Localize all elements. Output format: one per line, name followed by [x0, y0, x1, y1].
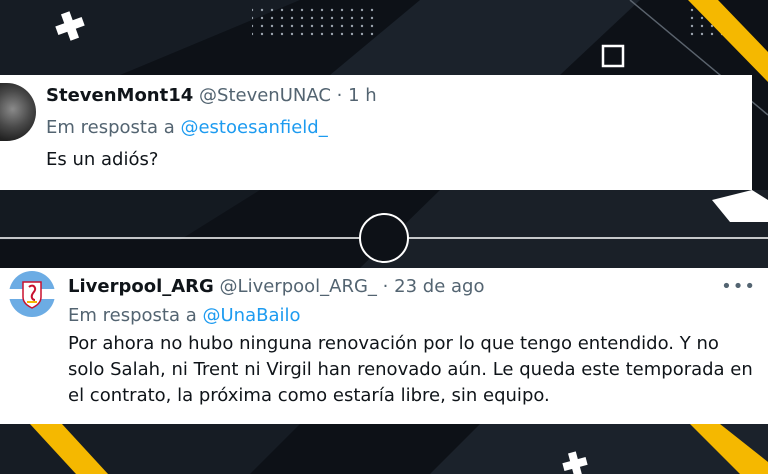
more-horizontal-icon[interactable]: ••• [721, 276, 756, 297]
tweet-card[interactable]: StevenMont14 @StevenUNAC · 1 h Em respos… [0, 75, 752, 190]
display-name[interactable]: StevenMont14 [46, 85, 193, 106]
liverpool-crest-logo [9, 271, 55, 317]
reply-mention-link[interactable]: @UnaBailo [202, 305, 300, 326]
tweet-card[interactable]: Liverpool_ARG @Liverpool_ARG_ · 23 de ag… [0, 268, 768, 424]
divider-circle [359, 213, 409, 263]
avatar[interactable] [0, 83, 36, 141]
handle[interactable]: @Liverpool_ARG_ [220, 276, 377, 297]
tweet-text: Por ahora no hubo ninguna renovación por… [68, 331, 753, 409]
reply-prefix: Em resposta a [46, 117, 175, 138]
timestamp[interactable]: 1 h [348, 85, 377, 106]
reply-prefix: Em resposta a [68, 305, 197, 326]
display-name[interactable]: Liverpool_ARG [68, 276, 214, 297]
tweet-text-line: Por ahora no hubo ninguna renovación por… [68, 333, 719, 354]
dot-grid-decoration [252, 8, 377, 40]
handle[interactable]: @StevenUNAC [199, 85, 331, 106]
tweet-text-line: solo Salah, ni Trent ni Virgil han renov… [68, 359, 753, 380]
timestamp[interactable]: 23 de ago [394, 276, 484, 297]
separator: · [382, 276, 389, 297]
reply-mention-link[interactable]: @estoesanfield_ [180, 117, 327, 138]
tweet-text: Es un adiós? [46, 149, 159, 170]
avatar[interactable] [9, 271, 55, 317]
separator: · [336, 85, 343, 106]
tweet-text-line: el contrato, la próxima como estaría lib… [68, 385, 550, 406]
